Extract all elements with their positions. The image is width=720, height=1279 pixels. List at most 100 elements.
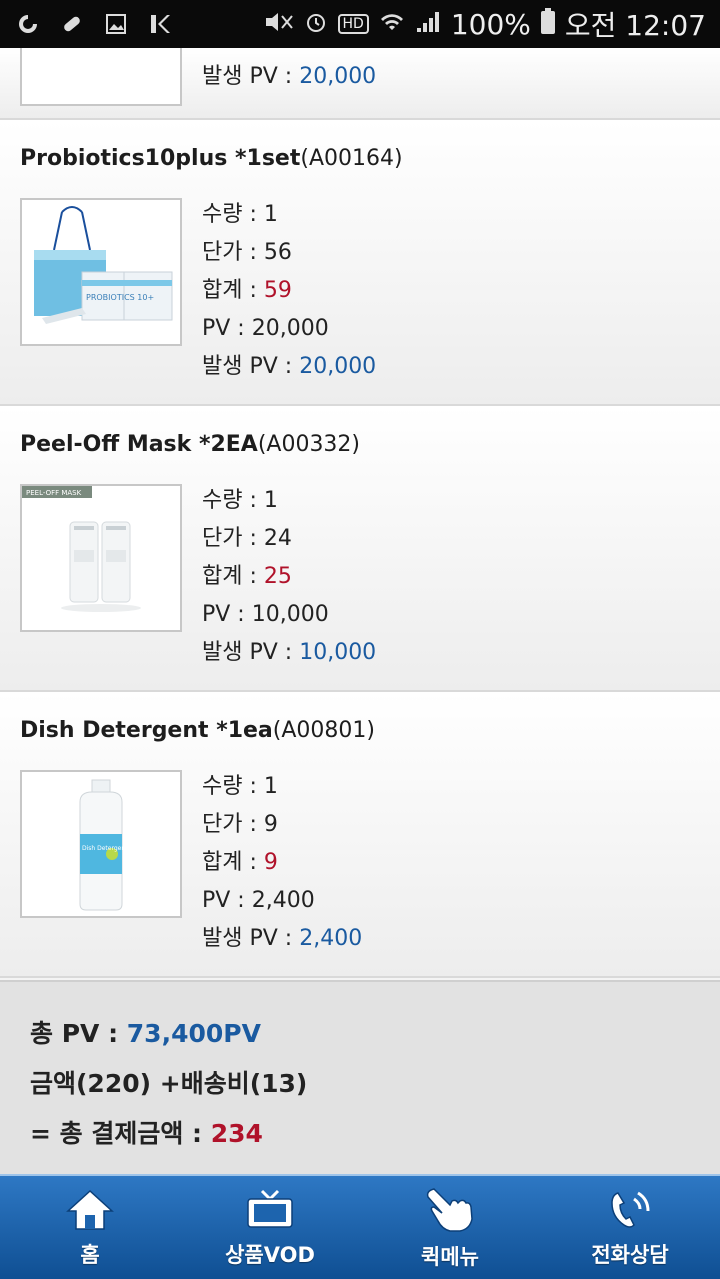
total-row: 합계 : 25 <box>202 558 376 596</box>
thumb-text: PROBIOTICS 10+ <box>86 293 154 302</box>
price-row: 단가 : 9 <box>202 806 362 844</box>
pill-icon <box>58 10 86 38</box>
item-details: 발생 PV : 20,000 <box>202 58 376 96</box>
product-thumbnail[interactable]: PROBIOTICS 10+ <box>20 198 182 346</box>
qty-row: 수량 : 1 <box>202 482 376 520</box>
battery-percent: 100% <box>450 7 531 41</box>
pay-total-value: 234 <box>210 1119 263 1148</box>
qty-row: 수량 : 1 <box>202 196 376 234</box>
price-label: 단가 : <box>202 526 264 551</box>
nav-product-vod[interactable]: 상품VOD <box>180 1176 360 1279</box>
issued-pv-row: 발생 PV : 2,400 <box>202 920 362 958</box>
qty-label: 수량 : <box>202 488 264 513</box>
bottom-nav: 홈 상품VOD 퀵메뉴 전화상담 <box>0 1174 720 1279</box>
total-pv-label: 총 PV : <box>30 1019 127 1048</box>
issued-pv-row: 발생 PV : 20,000 <box>202 348 376 386</box>
item-details: 수량 : 1 단가 : 9 합계 : 9 PV : 2,400 발생 PV : … <box>202 768 362 958</box>
issued-pv-value: 20,000 <box>299 354 377 379</box>
phone-icon <box>604 1187 656 1231</box>
item-code: (A00332) <box>257 432 361 457</box>
pv-value: 20,000 <box>251 316 329 341</box>
issued-pv-value: 2,400 <box>299 926 363 951</box>
product-thumbnail <box>20 48 182 106</box>
item-name: Probiotics10plus *1set <box>20 146 301 171</box>
list-item[interactable]: Peel-Off Mask *2EA(A00332) PEEL-OFF MASK… <box>0 406 720 692</box>
pv-label: PV : <box>202 888 252 913</box>
issued-pv-label: 발생 PV : <box>202 926 300 951</box>
order-summary: 총 PV : 73,400PV 금액(220) +배송비(13) = 총 결제금… <box>0 980 720 1174</box>
total-value: 59 <box>263 278 292 303</box>
price-value: 9 <box>263 812 278 837</box>
total-value: 9 <box>263 850 278 875</box>
thumb-text: PEEL-OFF MASK <box>26 489 82 497</box>
pv-value: 10,000 <box>251 602 329 627</box>
issued-pv-row: 발생 PV : 10,000 <box>202 634 376 672</box>
home-icon <box>64 1187 116 1231</box>
status-right: HD 100% 오전 12:07 <box>262 4 706 44</box>
item-title: Dish Detergent *1ea(A00801) <box>20 718 375 743</box>
item-name: Dish Detergent *1ea <box>20 718 273 743</box>
issued-pv-label: 발생 PV : <box>202 64 300 89</box>
mute-icon <box>262 8 294 41</box>
issued-pv-row: 발생 PV : 20,000 <box>202 58 376 96</box>
item-details: 수량 : 1 단가 : 56 합계 : 59 PV : 20,000 발생 PV… <box>202 196 376 386</box>
pv-label: PV : <box>202 602 252 627</box>
pv-label: PV : <box>202 316 252 341</box>
price-row: 단가 : 24 <box>202 520 376 558</box>
issued-pv-label: 발생 PV : <box>202 640 300 665</box>
total-label: 합계 : <box>202 564 264 589</box>
issued-pv-value: 20,000 <box>299 64 377 89</box>
product-thumbnail[interactable]: Dish Detergent <box>20 770 182 918</box>
qty-label: 수량 : <box>202 774 264 799</box>
total-pv-value: 73,400PV <box>126 1019 261 1048</box>
qty-value: 1 <box>263 774 278 799</box>
item-name: Peel-Off Mask *2EA <box>20 432 258 457</box>
qty-value: 1 <box>263 202 278 227</box>
pv-row: PV : 10,000 <box>202 596 376 634</box>
nav-label: 홈 <box>80 1242 100 1267</box>
list-item[interactable]: Dish Detergent *1ea(A00801) Dish Deterge… <box>0 692 720 978</box>
hand-pointer-icon <box>424 1185 476 1233</box>
image-icon <box>102 10 130 38</box>
total-label: 합계 : <box>202 850 264 875</box>
status-bar: HD 100% 오전 12:07 <box>0 0 720 48</box>
k-icon <box>146 10 174 38</box>
pv-value: 2,400 <box>251 888 315 913</box>
pay-total-label: = 총 결제금액 : <box>30 1119 211 1148</box>
total-value: 25 <box>263 564 292 589</box>
hd-icon: HD <box>337 14 369 34</box>
qty-label: 수량 : <box>202 202 264 227</box>
total-pv-line: 총 PV : 73,400PV <box>30 1014 261 1050</box>
price-row: 단가 : 56 <box>202 234 376 272</box>
nav-phone-consult[interactable]: 전화상담 <box>540 1176 720 1279</box>
list-item[interactable]: Probiotics10plus *1set(A00164) PROBIOTIC… <box>0 120 720 406</box>
alarm-icon <box>304 8 328 41</box>
issued-pv-value: 10,000 <box>299 640 377 665</box>
price-value: 24 <box>263 526 292 551</box>
tv-icon <box>244 1187 296 1231</box>
pv-row: PV : 20,000 <box>202 310 376 348</box>
nav-label: 상품VOD <box>225 1242 315 1267</box>
issued-pv-label: 발생 PV : <box>202 354 300 379</box>
item-title: Probiotics10plus *1set(A00164) <box>20 146 403 171</box>
nav-quick-menu[interactable]: 퀵메뉴 <box>360 1176 540 1279</box>
status-left-icons <box>14 10 174 38</box>
nav-label: 퀵메뉴 <box>421 1244 479 1269</box>
total-row: 합계 : 9 <box>202 844 362 882</box>
thumb-text: Dish Detergent <box>82 845 128 852</box>
item-details: 수량 : 1 단가 : 24 합계 : 25 PV : 10,000 발생 PV… <box>202 482 376 672</box>
total-row: 합계 : 59 <box>202 272 376 310</box>
item-code: (A00801) <box>272 718 375 743</box>
qty-row: 수량 : 1 <box>202 768 362 806</box>
nav-home[interactable]: 홈 <box>0 1176 180 1279</box>
qty-value: 1 <box>263 488 278 513</box>
clock: 오전 12:07 <box>564 9 706 42</box>
item-title: Peel-Off Mask *2EA(A00332) <box>20 432 360 457</box>
amount-line: 금액(220) +배송비(13) <box>30 1069 308 1098</box>
price-label: 단가 : <box>202 240 264 265</box>
pv-row: PV : 2,400 <box>202 882 362 920</box>
product-thumbnail[interactable]: PEEL-OFF MASK <box>20 484 182 632</box>
signal-icon <box>415 8 441 41</box>
sync-icon <box>14 10 42 38</box>
battery-icon <box>540 7 555 41</box>
